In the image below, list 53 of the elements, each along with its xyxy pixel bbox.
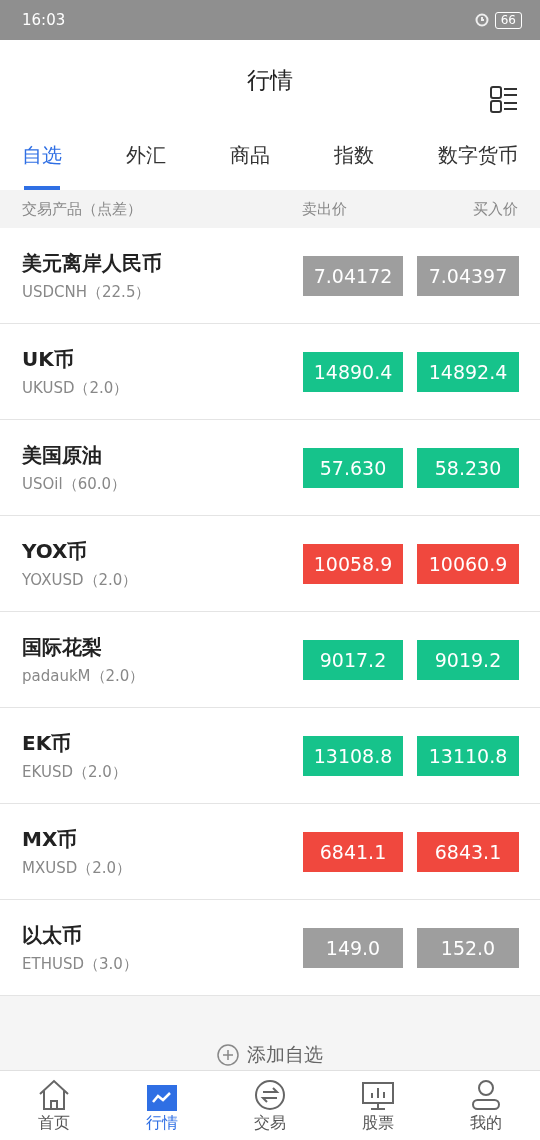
product-name: 以太币	[22, 921, 83, 949]
quote-row[interactable]: 以太币 ETHUSD（3.0） 149.0 152.0	[0, 900, 540, 996]
monitor-icon	[361, 1081, 395, 1111]
alarm-icon	[474, 13, 489, 27]
product-name: MX币	[22, 825, 79, 853]
sell-price[interactable]: 7.04172	[303, 255, 403, 296]
plus-circle-icon	[217, 1044, 239, 1066]
tab[interactable]: 指数	[334, 120, 374, 190]
home-icon	[37, 1079, 71, 1111]
sell-price[interactable]: 6841.1	[303, 831, 403, 872]
quote-row[interactable]: YOX币 YOXUSD（2.0） 10058.9 10060.9	[0, 516, 540, 612]
sell-price[interactable]: 149.0	[303, 927, 403, 968]
person-icon	[471, 1079, 501, 1111]
buy-price[interactable]: 7.04397	[417, 255, 519, 296]
product-code: EKUSD（2.0）	[22, 762, 128, 782]
add-watchlist-button[interactable]: 添加自选	[217, 1042, 323, 1068]
product-code: USOil（60.0）	[22, 474, 128, 494]
product-code: YOXUSD（2.0）	[22, 570, 139, 590]
nav-item[interactable]: 交易	[216, 1071, 324, 1140]
tab[interactable]: 商品	[230, 120, 270, 190]
product-name: 美国原油	[22, 441, 103, 469]
product-code: ETHUSD（3.0）	[22, 954, 139, 974]
product-name: UK币	[22, 345, 75, 373]
column-header: 买入价	[472, 199, 518, 219]
list-view-icon[interactable]	[490, 86, 518, 114]
product-name: 国际花梨	[22, 633, 103, 661]
quote-row[interactable]: MX币 MXUSD（2.0） 6841.1 6843.1	[0, 804, 540, 900]
product-code: UKUSD（2.0）	[22, 378, 130, 398]
product-name: 美元离岸人民币	[22, 249, 163, 277]
sell-price[interactable]: 10058.9	[303, 543, 403, 584]
tab[interactable]: 自选	[22, 120, 62, 190]
buy-price[interactable]: 152.0	[417, 927, 519, 968]
clock: 16:03	[22, 11, 66, 29]
product-code: padaukM（2.0）	[22, 666, 146, 686]
exchange-icon	[254, 1079, 286, 1111]
battery-level: 66	[494, 11, 522, 29]
product-code: MXUSD（2.0）	[22, 858, 133, 878]
product-code: USDCNH（22.5）	[22, 282, 152, 302]
column-header: 卖出价	[302, 199, 348, 219]
buy-price[interactable]: 10060.9	[417, 543, 519, 584]
product-name: EK币	[22, 729, 73, 757]
nav-item[interactable]: 首页	[0, 1071, 108, 1140]
buy-price[interactable]: 6843.1	[417, 831, 519, 872]
quote-row[interactable]: 美元离岸人民币 USDCNH（22.5） 7.04172 7.04397	[0, 228, 540, 324]
nav-item[interactable]: 行情	[108, 1071, 216, 1140]
tab[interactable]: 外汇	[126, 120, 166, 190]
column-header: 交易产品（点差）	[22, 199, 143, 219]
nav-item[interactable]: 我的	[432, 1071, 540, 1140]
page-title: 行情	[247, 65, 293, 95]
tab[interactable]: 数字货币	[438, 120, 518, 190]
chart-icon	[147, 1085, 177, 1111]
nav-item[interactable]: 股票	[324, 1071, 432, 1140]
product-name: YOX币	[22, 537, 89, 565]
